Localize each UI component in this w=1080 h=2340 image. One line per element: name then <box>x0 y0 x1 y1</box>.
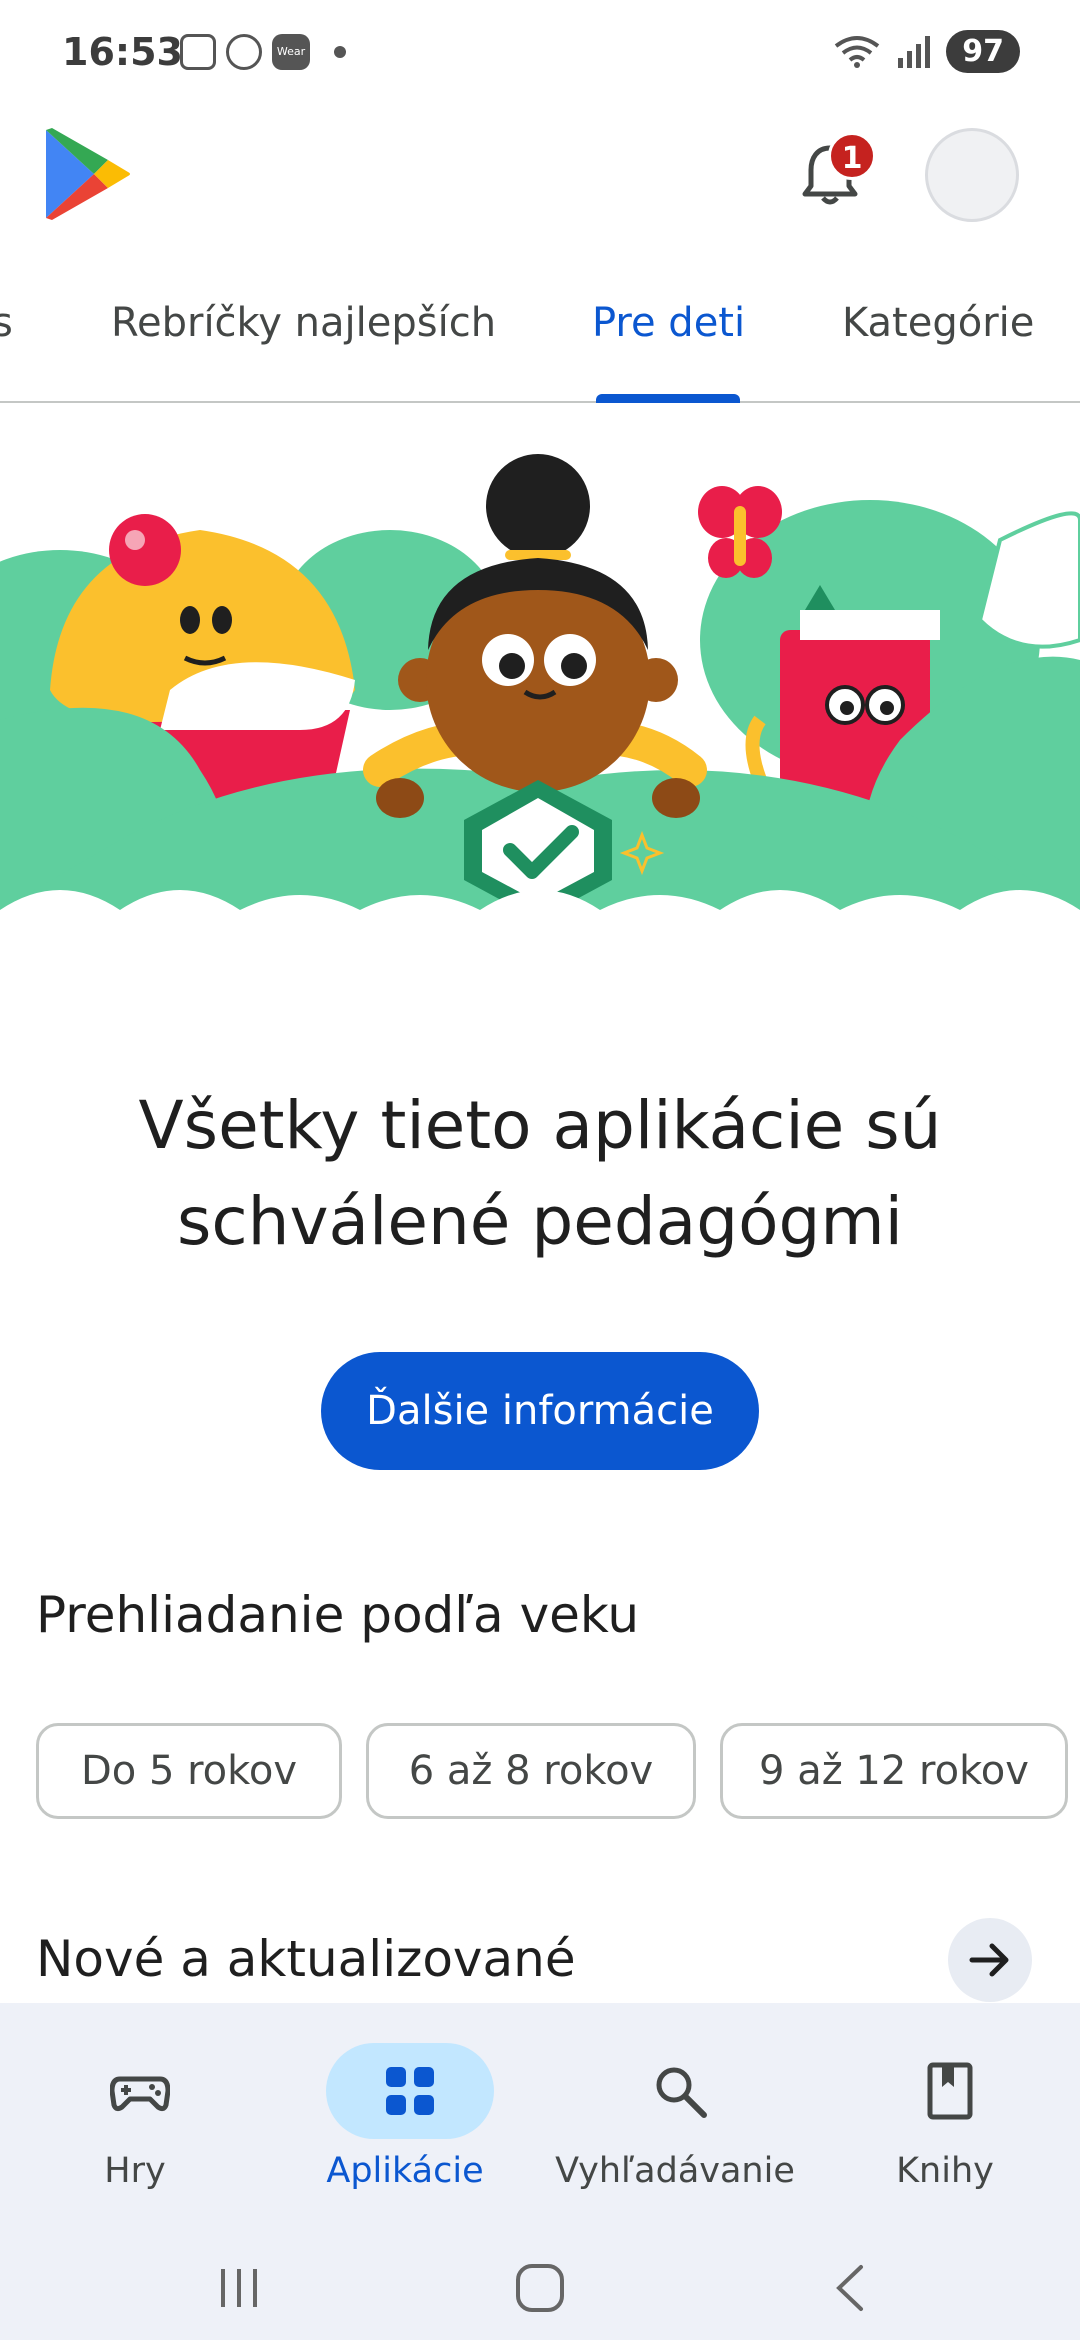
nav-books[interactable]: Knihy <box>810 2023 1080 2213</box>
category-tabs: s Rebríčky najlepších Pre deti Kategórie <box>0 270 1080 403</box>
kids-hero-illustration <box>0 454 1080 980</box>
status-time: 16:53 <box>62 30 183 74</box>
tab-kids[interactable]: Pre deti <box>592 300 745 346</box>
arrow-right-icon[interactable] <box>948 1918 1032 2002</box>
wear-icon: Wear <box>272 34 310 70</box>
tab-categories[interactable]: Kategórie <box>842 300 1034 346</box>
signal-icon <box>898 35 931 68</box>
search-icon <box>656 2067 707 2118</box>
timer-icon <box>226 34 262 70</box>
hero-headline: Všetky tieto aplikácie sú schválené peda… <box>0 1078 1080 1270</box>
status-bar: 16:53 Wear 97 <box>0 0 1080 105</box>
recent-apps-icon[interactable] <box>215 2263 265 2313</box>
status-system-icons: 97 <box>832 30 1020 73</box>
account-avatar[interactable] <box>925 128 1019 222</box>
nav-search[interactable]: Vyhľadávanie <box>540 2023 810 2213</box>
age-chips: Do 5 rokov 6 až 8 rokov 9 až 12 rokov <box>36 1723 1068 1819</box>
nav-books-label: Knihy <box>896 2151 994 2191</box>
nav-games[interactable]: Hry <box>0 2023 270 2213</box>
home-icon[interactable] <box>515 2263 565 2313</box>
google-play-logo[interactable] <box>42 126 132 222</box>
age-chip-6-8[interactable]: 6 až 8 rokov <box>366 1723 696 1819</box>
wifi-icon <box>835 35 880 68</box>
tab-partial[interactable]: s <box>0 300 13 346</box>
age-chip-9-12[interactable]: 9 až 12 rokov <box>720 1723 1068 1819</box>
nav-games-label: Hry <box>104 2151 166 2191</box>
status-notification-icons: Wear <box>180 34 346 70</box>
bottom-navigation: Hry Aplikácie Vyhľadávanie Knihy <box>0 2003 1080 2340</box>
nav-apps-label: Aplikácie <box>326 2151 484 2191</box>
system-navigation-bar <box>0 2223 1080 2340</box>
learn-more-button[interactable]: Ďalšie informácie <box>321 1352 759 1470</box>
notification-count-badge: 1 <box>828 132 876 180</box>
apps-grid-icon <box>386 2067 434 2115</box>
browse-by-age-title: Prehliadanie podľa veku <box>36 1586 640 1644</box>
nav-search-label: Vyhľadávanie <box>555 2151 795 2191</box>
back-icon[interactable] <box>825 2263 875 2313</box>
new-and-updated-title: Nové a aktualizované <box>36 1930 576 1988</box>
hero-headline-line1: Všetky tieto aplikácie sú <box>138 1087 942 1164</box>
gamepad-icon <box>110 2076 170 2112</box>
book-icon <box>927 2062 973 2120</box>
age-chip-under-5[interactable]: Do 5 rokov <box>36 1723 342 1819</box>
battery-indicator: 97 <box>946 30 1020 73</box>
screenshot-icon <box>180 34 216 70</box>
more-notifications-dot-icon <box>334 46 346 58</box>
hero-headline-line2: schválené pedagógmi <box>177 1183 903 1260</box>
active-tab-indicator <box>596 394 740 403</box>
tab-top-charts[interactable]: Rebríčky najlepších <box>111 300 496 346</box>
nav-apps[interactable]: Aplikácie <box>270 2023 540 2213</box>
